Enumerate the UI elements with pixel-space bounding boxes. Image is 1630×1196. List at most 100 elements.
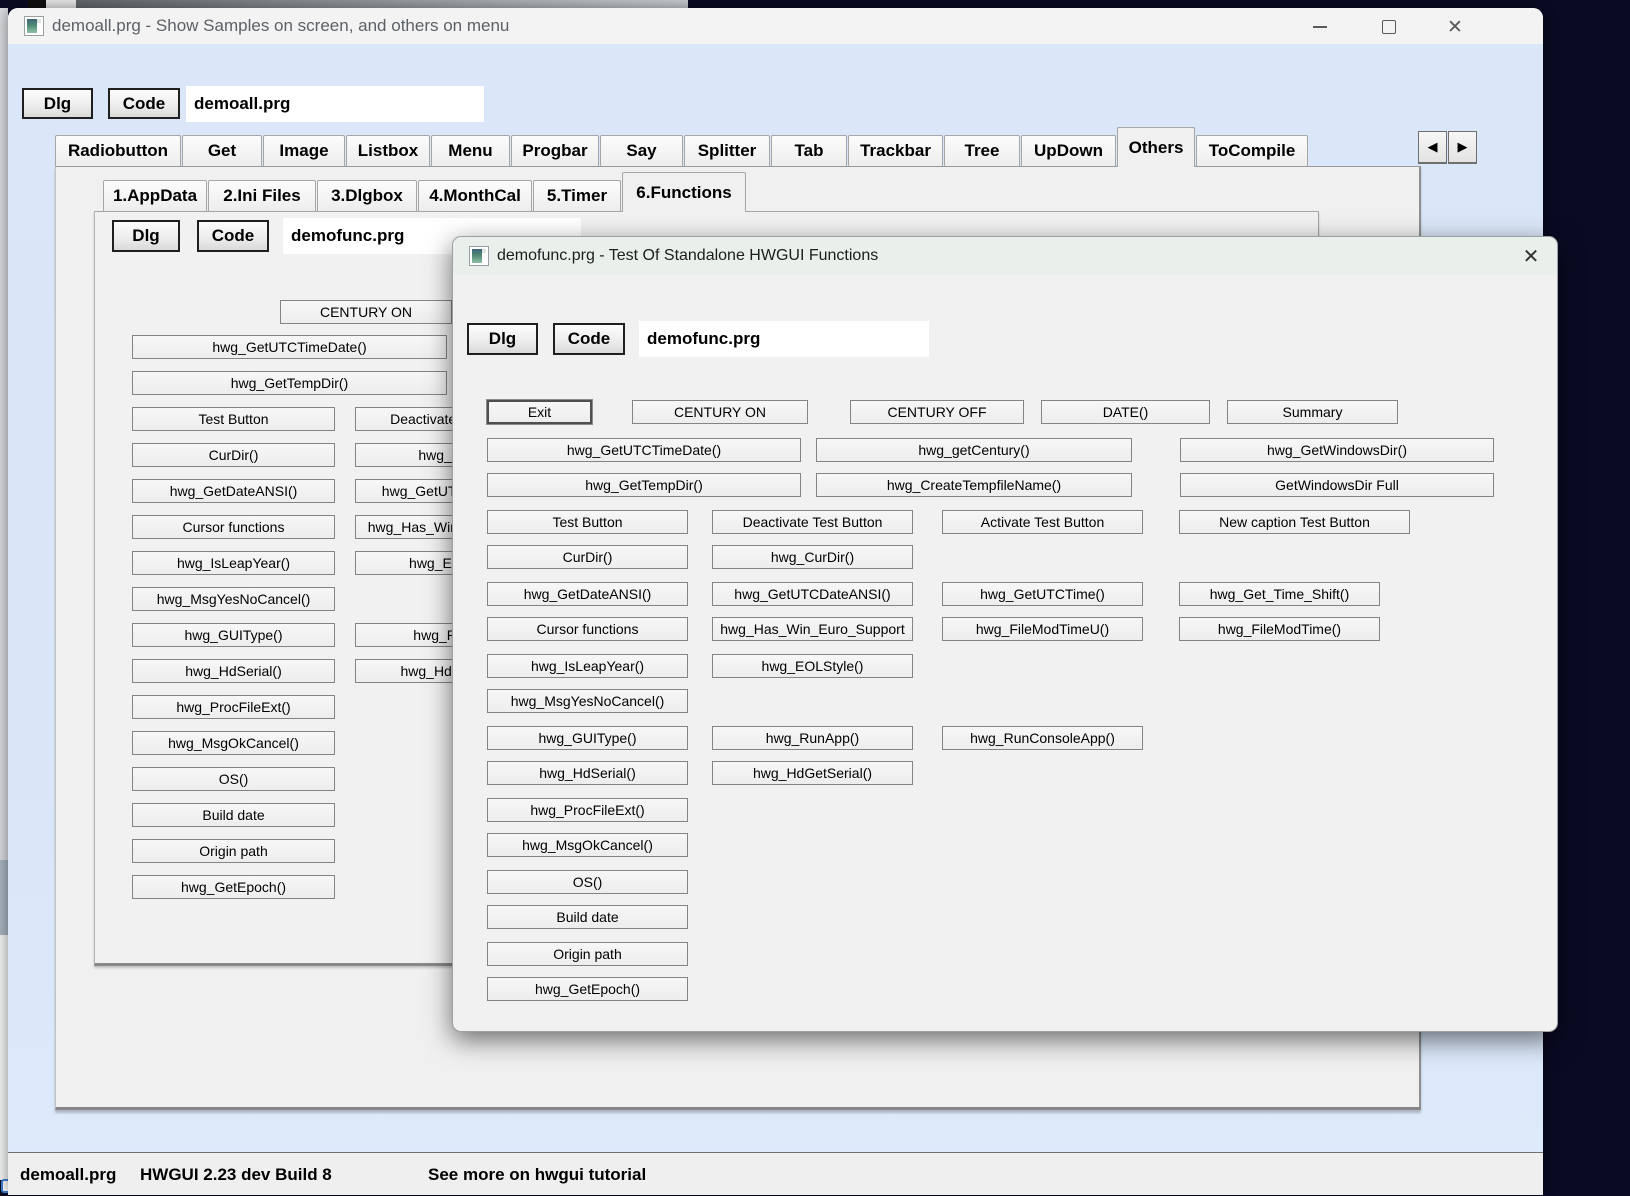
tab-radiobutton[interactable]: Radiobutton (55, 135, 181, 166)
tab-progbar[interactable]: Progbar (511, 135, 599, 166)
desktop-fragment (76, 0, 688, 8)
function-button[interactable]: Build date (487, 905, 688, 929)
function-button[interactable]: CurDir() (132, 443, 335, 467)
function-button[interactable]: hwg_RunApp() (712, 726, 913, 750)
function-button[interactable]: hwg_GUIType() (132, 623, 335, 647)
function-button[interactable]: Activate Test Button (942, 510, 1143, 534)
tab-listbox[interactable]: Listbox (346, 135, 430, 166)
subtab-dlgbox[interactable]: 3.Dlgbox (317, 180, 417, 211)
date-button[interactable]: DATE() (1041, 400, 1210, 424)
function-button[interactable]: hwg_GetDateANSI() (487, 582, 688, 606)
subtab-strip: 1.AppData 2.Ini Files 3.Dlgbox 4.MonthCa… (103, 169, 747, 212)
function-button[interactable]: hwg_GetTempDir() (132, 371, 447, 395)
tab-updown[interactable]: UpDown (1021, 135, 1116, 166)
status-bar: demoall.prg HWGUI 2.23 dev Build 8 See m… (8, 1152, 1543, 1195)
function-button[interactable]: hwg_CreateTempfileName() (816, 473, 1132, 497)
maximize-button[interactable] (1372, 14, 1406, 40)
function-button[interactable]: Cursor functions (487, 617, 688, 641)
app-icon (469, 246, 489, 266)
function-button[interactable]: hwg_MsgYesNoCancel() (487, 689, 688, 713)
tab-menu[interactable]: Menu (431, 135, 510, 166)
function-button[interactable]: hwg_IsLeapYear() (487, 654, 688, 678)
function-button[interactable]: hwg_ProcFileExt() (487, 798, 688, 822)
function-button[interactable]: hwg_GetEpoch() (132, 875, 335, 899)
function-button[interactable]: Test Button (132, 407, 335, 431)
function-button[interactable]: hwg_GetEpoch() (487, 977, 688, 1001)
function-button[interactable]: hwg_GetUTCDateANSI() (712, 582, 913, 606)
function-button[interactable]: Origin path (487, 942, 688, 966)
code-button[interactable]: Code (108, 88, 180, 119)
century-on-button[interactable]: CENTURY ON (632, 400, 808, 424)
function-button[interactable]: Origin path (132, 839, 335, 863)
function-button[interactable]: GetWindowsDir Full (1180, 473, 1494, 497)
function-button[interactable]: hwg_GUIType() (487, 726, 688, 750)
function-button[interactable]: hwg_getCentury() (816, 438, 1132, 462)
function-button[interactable]: hwg_HdSerial() (487, 761, 688, 785)
function-button[interactable]: hwg_GetTempDir() (487, 473, 801, 497)
function-button[interactable]: hwg_GetUTCTimeDate() (132, 335, 447, 359)
dialog-close-button[interactable]: ✕ (1513, 243, 1549, 269)
function-button[interactable]: OS() (132, 767, 335, 791)
function-button[interactable]: Test Button (487, 510, 688, 534)
subtab-appdata[interactable]: 1.AppData (103, 180, 207, 211)
subtab-monthcal[interactable]: 4.MonthCal (418, 180, 532, 211)
desktop-top-strip (0, 0, 1630, 8)
function-button[interactable]: OS() (487, 870, 688, 894)
close-button[interactable]: ✕ (1438, 14, 1472, 40)
function-button[interactable]: hwg_MsgOkCancel() (487, 833, 688, 857)
function-button[interactable]: New caption Test Button (1179, 510, 1410, 534)
subtab-timer[interactable]: 5.Timer (533, 180, 621, 211)
dlg-button[interactable]: Dlg (22, 88, 93, 119)
tab-tocompile[interactable]: ToCompile (1196, 135, 1308, 166)
function-button[interactable]: hwg_ProcFileExt() (132, 695, 335, 719)
subtab-functions[interactable]: 6.Functions (622, 172, 746, 212)
function-button[interactable]: hwg_FileModTime() (1179, 617, 1380, 641)
function-button[interactable]: CurDir() (487, 545, 688, 569)
function-button[interactable]: hwg_MsgOkCancel() (132, 731, 335, 755)
function-button[interactable]: hwg_EOLStyle() (712, 654, 913, 678)
function-button[interactable]: hwg_GetWindowsDir() (1180, 438, 1494, 462)
function-button[interactable]: hwg_GetDateANSI() (132, 479, 335, 503)
desktop-fragment (0, 8, 8, 860)
file-name-input[interactable]: demofunc.prg (639, 321, 929, 357)
tab-tab[interactable]: Tab (771, 135, 847, 166)
dlg-button[interactable]: Dlg (467, 323, 538, 355)
function-button[interactable]: hwg_IsLeapYear() (132, 551, 335, 575)
function-button[interactable]: hwg_RunConsoleApp() (942, 726, 1143, 750)
app-icon (24, 16, 44, 36)
code-button[interactable]: Code (553, 323, 625, 355)
file-name-input[interactable]: demoall.prg (186, 86, 484, 122)
minimize-button[interactable] (1303, 14, 1337, 40)
dlg-button[interactable]: Dlg (112, 220, 180, 252)
function-button[interactable]: hwg_HdSerial() (132, 659, 335, 683)
tab-say[interactable]: Say (600, 135, 683, 166)
function-button[interactable]: hwg_FileModTimeU() (942, 617, 1143, 641)
exit-button[interactable]: Exit (486, 399, 593, 425)
function-button[interactable]: Cursor functions (132, 515, 335, 539)
function-button[interactable]: hwg_Has_Win_Euro_Support (712, 617, 913, 641)
tab-image[interactable]: Image (263, 135, 345, 166)
function-button[interactable]: hwg_GetUTCTimeDate() (487, 438, 801, 462)
function-button[interactable]: Deactivate Test Button (712, 510, 913, 534)
tab-get[interactable]: Get (182, 135, 262, 166)
subtab-inifiles[interactable]: 2.Ini Files (208, 180, 316, 211)
tab-others[interactable]: Others (1117, 127, 1195, 167)
tab-scroll-left-button[interactable]: ◀ (1418, 131, 1447, 164)
tab-splitter[interactable]: Splitter (684, 135, 770, 166)
century-on-button[interactable]: CENTURY ON (280, 300, 452, 324)
status-file: demoall.prg (20, 1164, 117, 1184)
tab-trackbar[interactable]: Trackbar (848, 135, 943, 166)
desktop-fragment (0, 860, 8, 935)
function-button[interactable]: hwg_CurDir() (712, 545, 913, 569)
function-button[interactable]: hwg_HdGetSerial() (712, 761, 913, 785)
tab-scroll-right-button[interactable]: ▶ (1448, 131, 1477, 164)
maximize-icon (1382, 20, 1396, 34)
code-button[interactable]: Code (197, 220, 269, 252)
century-off-button[interactable]: CENTURY OFF (850, 400, 1024, 424)
function-button[interactable]: hwg_GetUTCTime() (942, 582, 1143, 606)
summary-button[interactable]: Summary (1227, 400, 1398, 424)
function-button[interactable]: hwg_Get_Time_Shift() (1179, 582, 1380, 606)
function-button[interactable]: hwg_MsgYesNoCancel() (132, 587, 335, 611)
function-button[interactable]: Build date (132, 803, 335, 827)
tab-tree[interactable]: Tree (944, 135, 1020, 166)
